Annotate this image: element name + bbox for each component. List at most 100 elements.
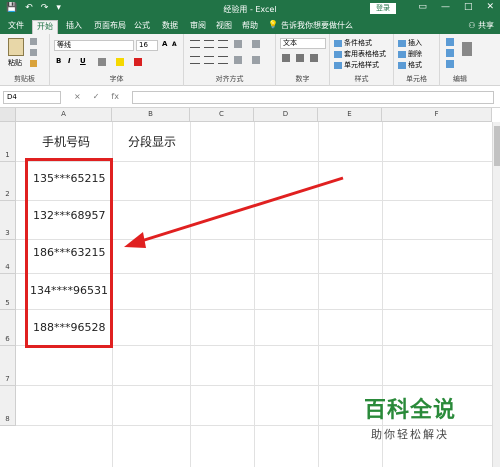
watermark-title: 百科全说	[363, 398, 456, 423]
align-right-icon[interactable]	[218, 56, 228, 64]
ribbon-tabs: 文件 开始 插入 页面布局 公式 数据 审阅 视图 帮助 💡 告诉我你想要做什么…	[0, 18, 500, 34]
delete-cells-label: 删除	[408, 50, 422, 58]
ribbon: 粘贴 剪贴板 等线 16 A A B I U 字体 对齐方式 文本 数字 条件格…	[0, 34, 500, 86]
group-label-font: 字体	[109, 75, 124, 83]
font-size-combo[interactable]: 16	[136, 40, 158, 51]
tab-help[interactable]: 帮助	[238, 20, 262, 34]
worksheet-grid: A B C D E F 1 2 3 4 5 6 7 8 手机号码 分段显示 13…	[0, 108, 500, 467]
tab-view[interactable]: 视图	[212, 20, 236, 34]
tell-me-text: 告诉我你想要做什么	[280, 21, 353, 30]
watermark-subtitle: 助你轻松解决	[371, 428, 449, 441]
person-icon: ⚇	[468, 21, 476, 30]
group-label-editing: 编辑	[453, 75, 467, 83]
font-name-combo[interactable]: 等线	[54, 40, 134, 51]
wrap-text-icon[interactable]	[252, 40, 260, 48]
autosum-icon[interactable]	[446, 38, 454, 46]
tab-file[interactable]: 文件	[4, 20, 28, 34]
orientation-icon[interactable]	[234, 40, 242, 48]
group-alignment: 对齐方式	[184, 34, 276, 86]
currency-icon[interactable]	[282, 54, 290, 62]
cell-styles-button[interactable]: 单元格样式	[334, 60, 379, 70]
insert-function-icon[interactable]: fx	[111, 92, 119, 101]
insert-cells-button[interactable]: 插入	[398, 38, 422, 48]
cut-icon[interactable]	[30, 38, 37, 45]
group-label-cells: 单元格	[406, 75, 427, 83]
group-styles: 条件格式 套用表格格式 单元格样式 样式	[330, 34, 394, 86]
maximize-icon[interactable]: □	[464, 2, 473, 12]
format-cells-icon	[398, 61, 406, 69]
copy-icon[interactable]	[30, 49, 37, 56]
comma-icon[interactable]	[310, 54, 318, 62]
title-bar: 💾 ↶ ↷ ▾ 经验用 - Excel 登录 ▭ — □ ✕	[0, 0, 500, 18]
group-label-number: 数字	[295, 75, 310, 83]
format-table-icon	[334, 50, 342, 58]
percent-icon[interactable]	[296, 54, 304, 62]
align-top-icon[interactable]	[190, 40, 200, 48]
align-left-icon[interactable]	[190, 56, 200, 64]
paste-icon[interactable]	[8, 38, 24, 56]
minimize-icon[interactable]: —	[441, 2, 450, 12]
ribbon-display-icon[interactable]: ▭	[418, 2, 427, 12]
close-icon[interactable]: ✕	[486, 2, 494, 12]
shrink-font-button[interactable]: A	[172, 41, 177, 48]
login-button[interactable]: 登录	[370, 3, 396, 14]
fill-color-icon[interactable]	[116, 58, 124, 66]
align-middle-icon[interactable]	[204, 40, 214, 48]
format-painter-icon[interactable]	[30, 60, 37, 67]
arrow-shaft	[137, 176, 344, 244]
group-clipboard: 粘贴 剪贴板	[0, 34, 50, 86]
group-number: 文本 数字	[276, 34, 330, 86]
format-table-label: 套用表格格式	[344, 50, 386, 58]
indent-icon[interactable]	[234, 56, 242, 64]
align-bottom-icon[interactable]	[218, 40, 228, 48]
tab-data[interactable]: 数据	[158, 20, 182, 34]
scrollbar-thumb[interactable]	[494, 126, 500, 166]
clear-icon[interactable]	[446, 60, 454, 68]
cell-styles-icon	[334, 61, 342, 69]
group-label-styles: 样式	[354, 75, 369, 83]
tab-review[interactable]: 审阅	[186, 20, 210, 34]
window-controls: ▭ — □ ✕	[418, 2, 494, 12]
format-cells-label: 格式	[408, 61, 422, 69]
tell-me-box[interactable]: 💡 告诉我你想要做什么	[268, 20, 353, 31]
number-format-combo[interactable]: 文本	[280, 38, 326, 49]
conditional-format-button[interactable]: 条件格式	[334, 38, 372, 48]
formula-input[interactable]	[132, 91, 494, 104]
name-box[interactable]: D4	[3, 91, 61, 104]
tab-page-layout[interactable]: 页面布局	[90, 20, 130, 34]
formula-buttons: × ✓ fx	[74, 92, 119, 101]
merge-center-icon[interactable]	[252, 56, 260, 64]
paste-button[interactable]: 粘贴	[8, 58, 22, 68]
group-label-clipboard: 剪贴板	[14, 75, 35, 83]
bold-button[interactable]: B	[56, 57, 61, 65]
border-icon[interactable]	[98, 58, 106, 66]
group-font: 等线 16 A A B I U 字体	[50, 34, 184, 86]
italic-button[interactable]: I	[68, 57, 71, 65]
format-as-table-button[interactable]: 套用表格格式	[334, 49, 386, 59]
font-color-icon[interactable]	[134, 58, 142, 66]
underline-button[interactable]: U	[80, 57, 86, 65]
enter-icon[interactable]: ✓	[93, 92, 100, 101]
insert-cells-icon	[398, 39, 406, 47]
format-cells-button[interactable]: 格式	[398, 60, 422, 70]
group-editing: 编辑	[440, 34, 480, 86]
group-cells: 插入 删除 格式 单元格	[394, 34, 440, 86]
share-label: 共享	[478, 21, 494, 30]
tab-home[interactable]: 开始	[32, 20, 58, 34]
cell-styles-label: 单元格样式	[344, 61, 379, 69]
group-label-alignment: 对齐方式	[215, 75, 244, 83]
tab-formulas[interactable]: 公式	[130, 20, 154, 34]
conditional-format-label: 条件格式	[344, 39, 372, 47]
tab-insert[interactable]: 插入	[62, 20, 86, 34]
vertical-scrollbar[interactable]	[492, 122, 500, 467]
cancel-icon[interactable]: ×	[74, 92, 81, 101]
delete-cells-button[interactable]: 删除	[398, 49, 422, 59]
lightbulb-icon: 💡	[268, 20, 278, 29]
share-button[interactable]: ⚇ 共享	[468, 20, 494, 31]
arrow-head	[124, 232, 146, 248]
sort-filter-icon[interactable]	[462, 42, 472, 56]
formula-bar: D4 × ✓ fx	[0, 86, 500, 108]
align-center-icon[interactable]	[204, 56, 214, 64]
grow-font-button[interactable]: A	[162, 40, 167, 48]
fill-icon[interactable]	[446, 49, 454, 57]
